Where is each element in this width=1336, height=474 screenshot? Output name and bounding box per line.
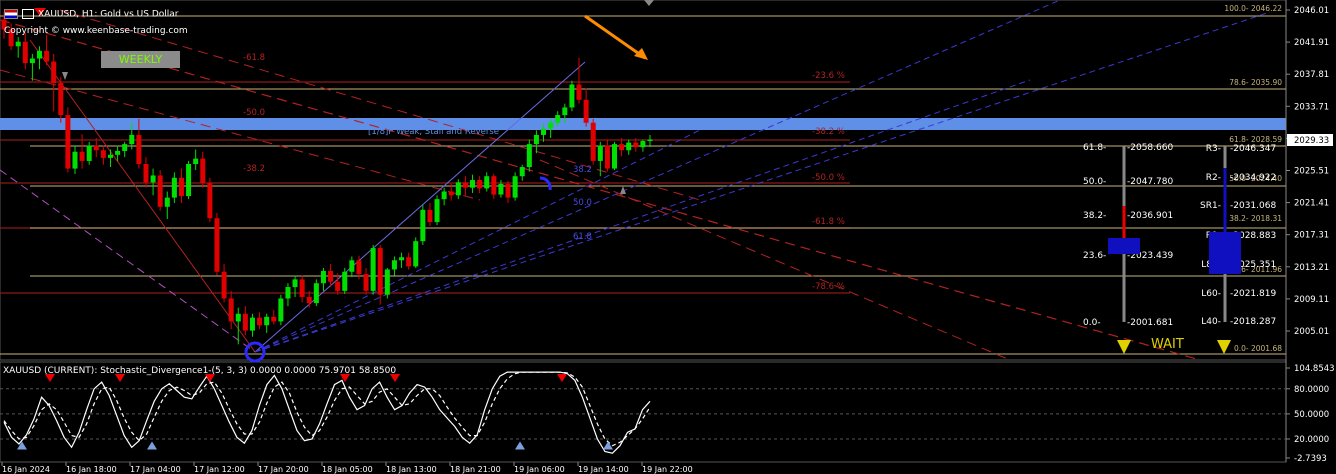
time-tick-label: 19 Jan 06:00 (514, 465, 565, 474)
fib-annotation: -50.0 % (812, 173, 845, 183)
fib-annotation: -78.6 % (812, 282, 845, 292)
time-tick-label: 18 Jan 21:00 (450, 465, 501, 474)
price-tick-label: 2033.71 (1294, 102, 1329, 112)
time-tick-label: 17 Jan 04:00 (130, 465, 181, 474)
fib-annotation: -23.6 % (812, 71, 845, 81)
price-tick-label: 2046.01 (1294, 6, 1329, 16)
osc-tick-label: 20.0000 (1294, 435, 1329, 445)
osc-tick-label: 50.0000 (1294, 410, 1329, 420)
flag-icon (4, 9, 18, 19)
fib-annotation: -38.2 % (812, 127, 845, 137)
fib-annotation: [1/8]P Weak, Stall and Reverse (368, 127, 499, 137)
time-tick-label: 18 Jan 13:00 (386, 465, 437, 474)
chart-type-icon[interactable] (22, 9, 34, 19)
fib-annotation: 50.0 (573, 198, 592, 208)
fib-axis-label: 38.2- 2018.31 (1229, 214, 1282, 223)
pivot-right-label: SR1- (1200, 201, 1221, 211)
oscillator-panel (0, 361, 1287, 463)
symbol-header: XAUUSD, H1: Gold vs US Dollar (4, 9, 179, 20)
pivot-left-label: 38.2- (1083, 211, 1106, 221)
pivot-right-value: -2034.922 (1230, 173, 1276, 183)
osc-tick-label: 80.0000 (1294, 385, 1329, 395)
weekly-badge[interactable]: WEEKLY (101, 51, 180, 68)
time-tick-label: 19 Jan 22:00 (642, 465, 693, 474)
pivot-right-block (1209, 232, 1241, 274)
pivot-left-value: -2036.901 (1127, 211, 1173, 221)
candle (278, 294, 284, 326)
pivot-left-label: 61.8- (1083, 143, 1106, 153)
pivot-right-value: -2046.347 (1230, 144, 1276, 154)
time-axis: 16 Jan 2024 16 Jan 18:00 17 Jan 04:00 17 Ja… (1, 462, 693, 474)
candle (313, 279, 319, 307)
candle (413, 237, 419, 268)
candle (342, 267, 348, 294)
candle (207, 177, 213, 223)
time-tick-label: 17 Jan 20:00 (258, 465, 309, 474)
candle (526, 139, 532, 172)
candle (569, 80, 575, 112)
time-tick-label: 16 Jan 18:00 (66, 465, 117, 474)
candle (214, 212, 220, 276)
price-tick-label: 2025.51 (1294, 167, 1329, 177)
pivot-right-label: R3- (1206, 144, 1221, 154)
copyright-text: Copyright © www.keenbase-trading.com (4, 26, 188, 36)
pivot-right-value: -2031.068 (1230, 201, 1276, 211)
fib-annotation: -61.8 % (812, 217, 845, 227)
candle (434, 195, 440, 226)
price-tick-label: 2021.41 (1294, 199, 1329, 209)
fib-annotation: -38.2 (243, 164, 265, 174)
candle (512, 172, 518, 201)
price-tick-label: 2037.81 (1294, 70, 1329, 80)
price-tick-label: 2041.91 (1294, 38, 1329, 48)
pivot-left-label: 0.0- (1083, 318, 1101, 328)
fib-annotation: -50.0 (243, 108, 265, 118)
pivot-left-block (1108, 238, 1140, 254)
fib-axis-label: 78.6- 2035.90 (1229, 78, 1282, 87)
fib-axis-label: 100.0- 2046.22 (1224, 4, 1282, 13)
price-tick-label: 2013.21 (1294, 263, 1329, 273)
pivot-left-label: 23.6- (1083, 251, 1106, 261)
price-axis: 2046.012041.912037.812033.712029.612025.… (1286, 6, 1333, 337)
price-tick-label: 2005.01 (1294, 327, 1329, 337)
candle (157, 170, 163, 211)
osc-tick-label: 104.8543 (1294, 364, 1335, 374)
pivot-left-label: 50.0- (1083, 177, 1106, 187)
candle (370, 245, 376, 295)
pivot-right-value: -2018.287 (1230, 317, 1276, 327)
pivot-right-label: L40- (1201, 317, 1221, 327)
fib-annotation: 38.2 (573, 165, 592, 175)
price-tick-label: 2017.31 (1294, 231, 1329, 241)
time-tick-label: 19 Jan 14:00 (578, 465, 629, 474)
pivot-right-label: R2- (1206, 173, 1221, 183)
fib-annotation: -61.8 (243, 53, 265, 63)
oscillator-title: XAUUSD (CURRENT): Stochastic_Divergence1… (3, 366, 397, 376)
candle (186, 160, 192, 200)
pivot-left-value: -2001.681 (1127, 318, 1173, 328)
time-tick-label: 16 Jan 2024 (2, 465, 50, 474)
current-price-label: 2029.33 (1294, 136, 1329, 146)
signal-text: WAIT (1151, 337, 1184, 352)
time-tick-label: 17 Jan 12:00 (194, 465, 245, 474)
pivot-left-value: -2058.660 (1127, 143, 1173, 153)
symbol-title: XAUUSD, H1: Gold vs US Dollar (38, 9, 179, 20)
osc-tick-label: -2.7393 (1294, 454, 1327, 464)
candle (65, 107, 71, 173)
oscillator-axis: 104.8543 80.0000 50.0000 20.0000 -2.7393 (1286, 364, 1335, 464)
candle (612, 141, 618, 171)
price-tick-label: 2009.11 (1294, 295, 1329, 305)
pivot-right-value: -2021.819 (1230, 289, 1276, 299)
candle (384, 267, 390, 299)
resistance-band (0, 118, 1286, 130)
pivot-left-value: -2047.780 (1127, 177, 1173, 187)
fib-axis-label: 61.8- 2028.59 (1229, 135, 1282, 144)
time-tick-label: 18 Jan 05:00 (322, 465, 373, 474)
fib-annotation: 61.8 (573, 232, 592, 242)
candle (420, 205, 426, 246)
candle (590, 118, 596, 165)
fib-axis-label: 0.0- 2001.68 (1234, 344, 1282, 353)
pivot-right-label: L60- (1201, 289, 1221, 299)
chart-canvas[interactable]: 2046.012041.912037.812033.712029.612025.… (0, 0, 1336, 474)
